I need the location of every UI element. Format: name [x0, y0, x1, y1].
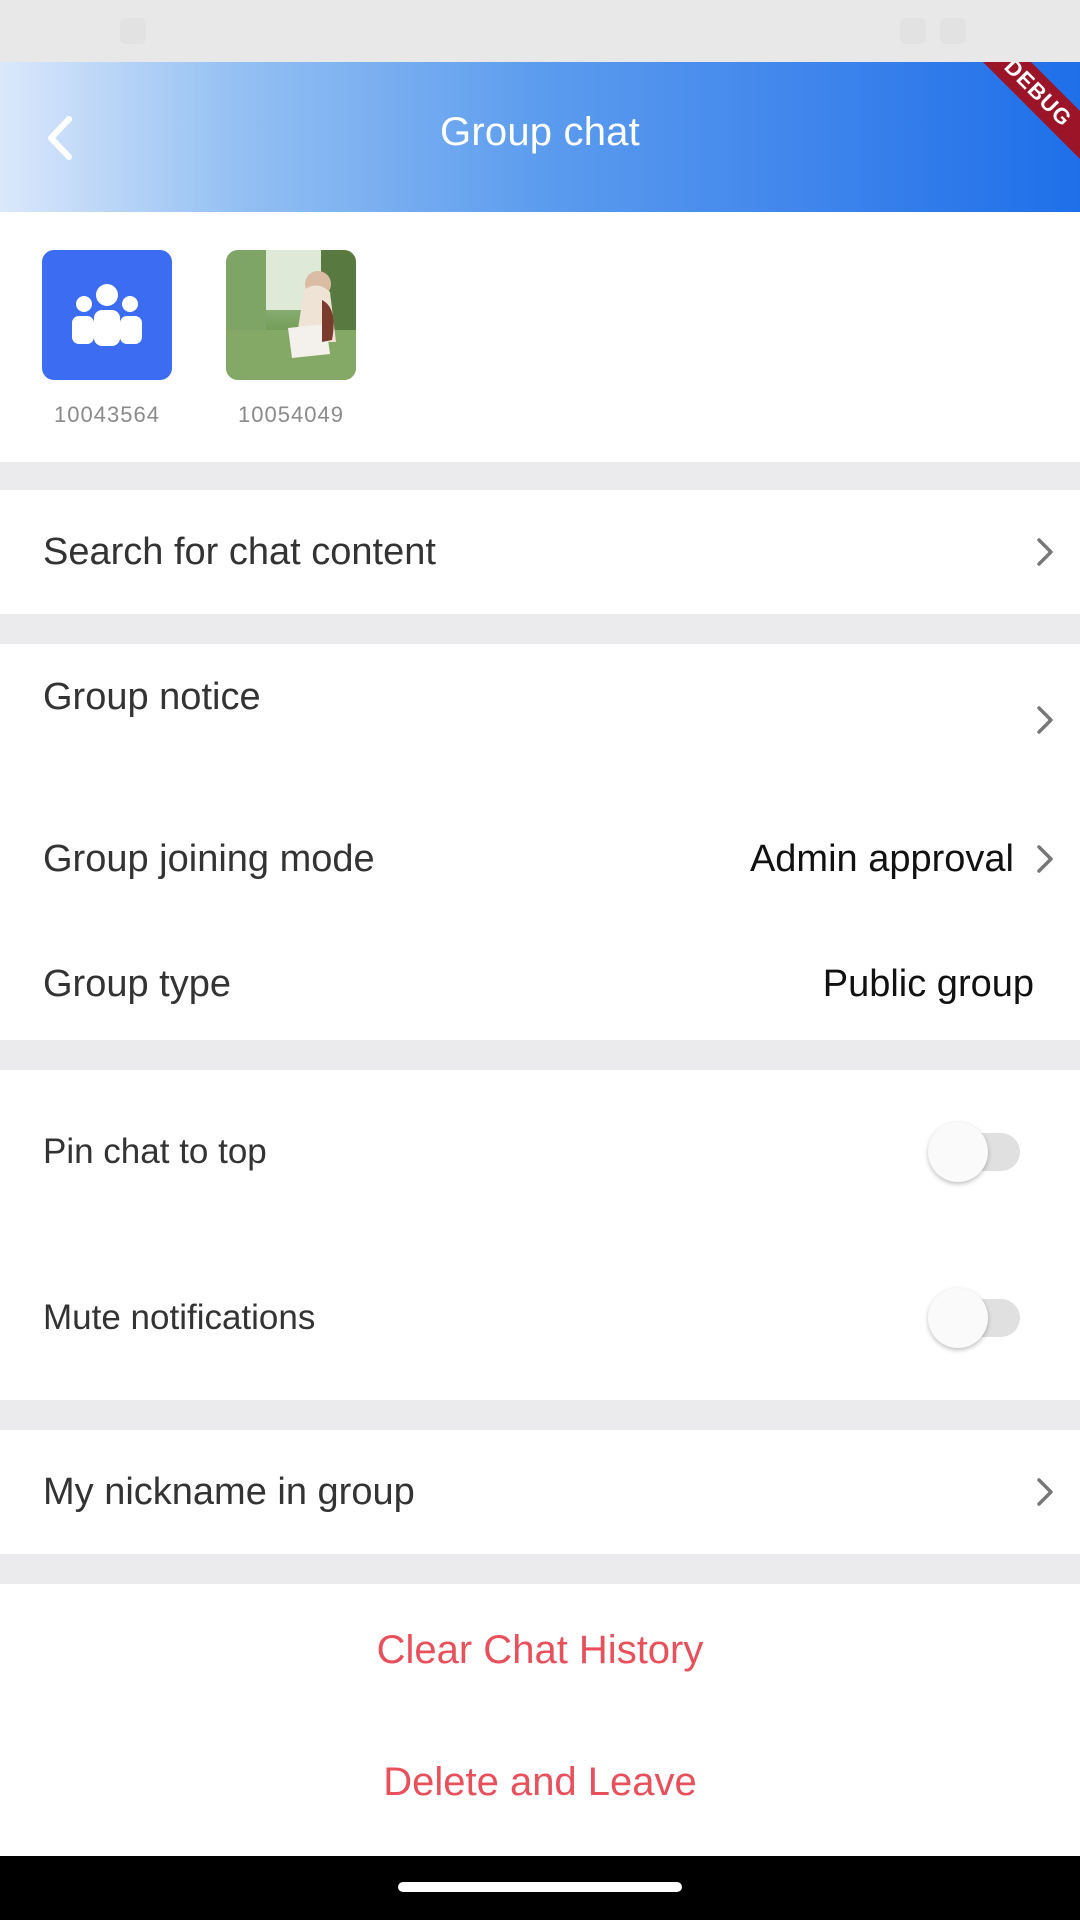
my-nickname-row[interactable]: My nickname in group — [0, 1430, 1080, 1554]
member-item[interactable]: 10043564 — [42, 250, 172, 428]
app-bar: Group chat DEBUG — [0, 62, 1080, 212]
signal-icon — [940, 18, 966, 44]
mute-notifications-row: Mute notifications — [0, 1236, 1080, 1400]
group-avatar — [42, 250, 172, 380]
pin-chat-toggle[interactable] — [928, 1119, 1028, 1185]
member-item[interactable]: 10054049 — [226, 250, 356, 428]
toggles-section: Pin chat to top Mute notifications — [0, 1070, 1080, 1400]
group-type-row: Group type Public group — [0, 934, 1080, 1034]
group-notice-row[interactable]: Group notice — [0, 644, 1080, 774]
group-type-value: Public group — [822, 962, 1034, 1005]
search-chat-content-row[interactable]: Search for chat content — [0, 490, 1080, 614]
toggle-thumb — [928, 1288, 988, 1348]
mute-notifications-toggle[interactable] — [928, 1285, 1028, 1351]
pin-chat-label: Pin chat to top — [43, 1132, 267, 1171]
wifi-icon — [900, 18, 926, 44]
group-notice-label: Group notice — [43, 676, 261, 718]
delete-and-leave-button[interactable]: Delete and Leave — [0, 1760, 1080, 1805]
actions-section: Clear Chat History Delete and Leave — [0, 1584, 1080, 1856]
chevron-right-icon — [1030, 700, 1060, 740]
status-bar — [0, 0, 1080, 62]
status-icon — [120, 18, 146, 44]
chevron-right-icon — [1030, 839, 1060, 879]
group-joining-mode-label: Group joining mode — [43, 837, 375, 880]
chevron-right-icon — [1030, 532, 1060, 572]
group-joining-mode-value: Admin approval — [749, 837, 1014, 880]
group-icon — [72, 284, 142, 346]
search-chat-content-label: Search for chat content — [43, 530, 436, 573]
photo-avatar-image — [226, 250, 356, 380]
pin-chat-row: Pin chat to top — [0, 1070, 1080, 1234]
member-id: 10043564 — [54, 402, 160, 427]
member-photo-avatar — [226, 250, 356, 380]
toggle-thumb — [928, 1122, 988, 1182]
group-type-label: Group type — [43, 962, 231, 1005]
my-nickname-label: My nickname in group — [43, 1470, 415, 1513]
clear-chat-history-button[interactable]: Clear Chat History — [0, 1628, 1080, 1673]
mute-notifications-label: Mute notifications — [43, 1298, 316, 1337]
group-info-section: Group notice Group joining mode Admin ap… — [0, 644, 1080, 1040]
nickname-section: My nickname in group — [0, 1430, 1080, 1554]
member-id: 10054049 — [238, 402, 344, 427]
home-indicator[interactable] — [398, 1882, 682, 1892]
members-section: 10043564 10054049 — [0, 212, 1080, 462]
search-section: Search for chat content — [0, 490, 1080, 614]
chevron-right-icon — [1030, 1472, 1060, 1512]
page-title: Group chat — [440, 110, 640, 154]
group-joining-mode-row[interactable]: Group joining mode Admin approval — [0, 804, 1080, 914]
